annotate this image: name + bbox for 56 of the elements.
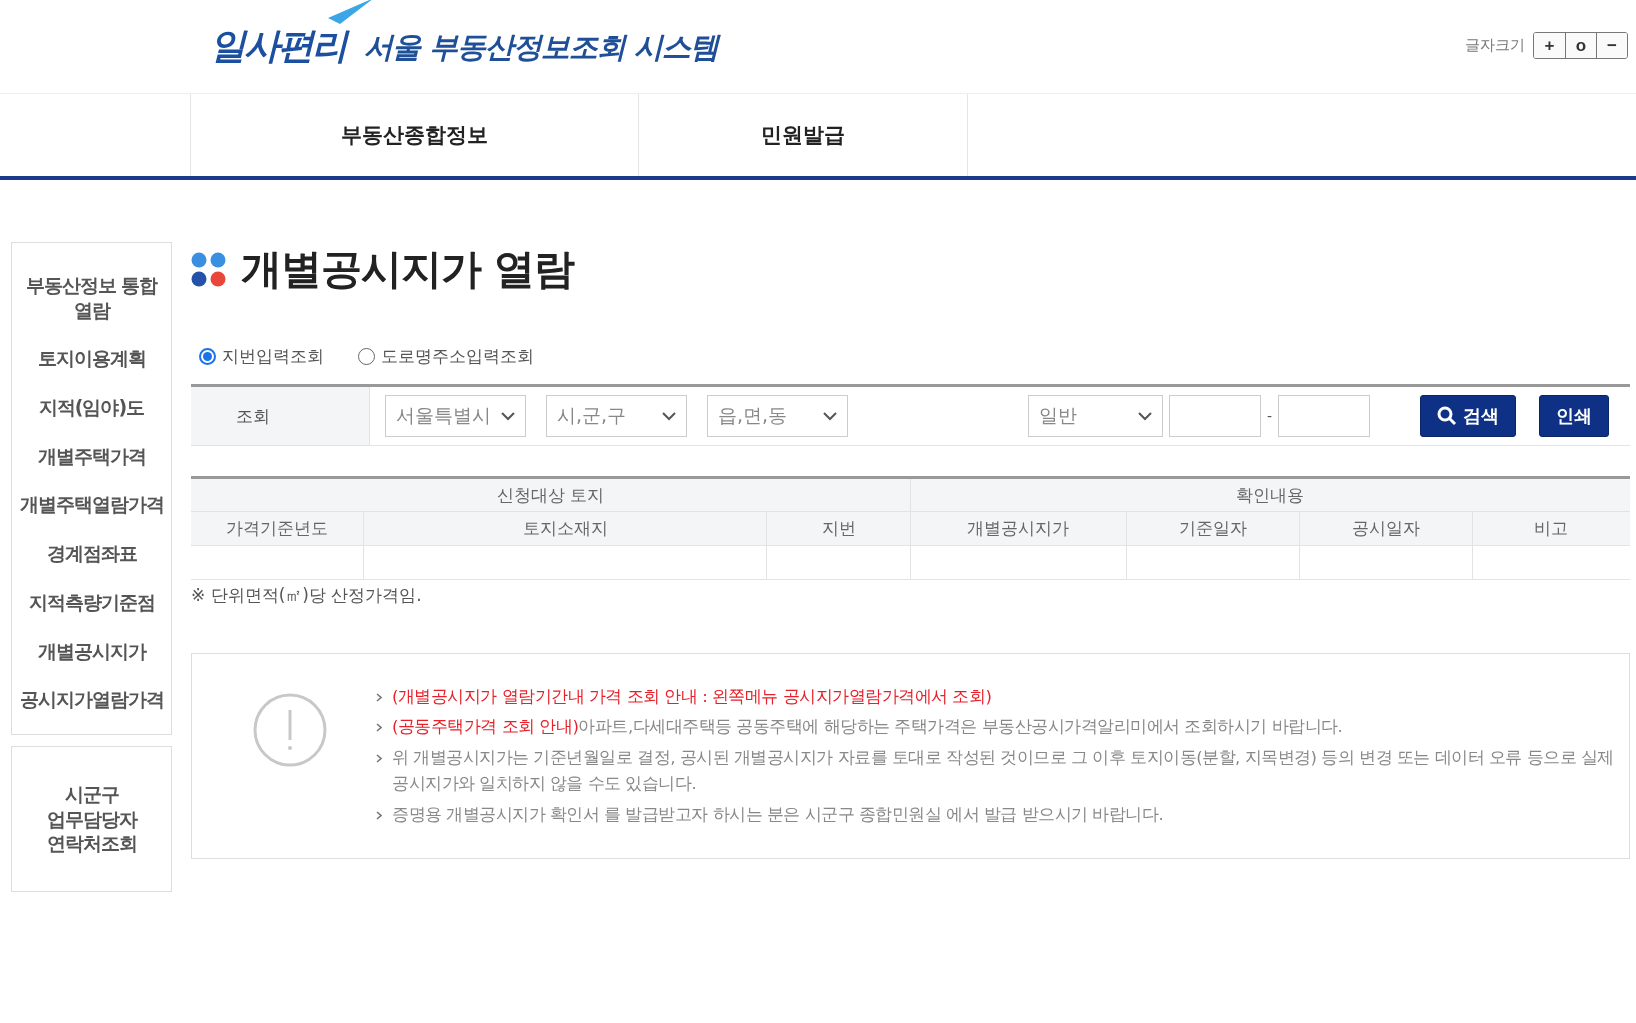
font-size-label: 글자크기	[1465, 36, 1525, 55]
sidebar-item[interactable]: 지적측량기준점	[28, 589, 155, 615]
main-number-field[interactable]	[1169, 395, 1261, 437]
page-title: 개별공시지가 열람	[241, 244, 575, 295]
chevron-down-icon	[1138, 411, 1152, 421]
system-title: 서울 부동산정보조회 시스템	[364, 29, 719, 66]
separator-text: -	[1267, 408, 1273, 424]
type-select[interactable]: 일반	[1028, 395, 1163, 437]
column-header: 개별공시지가	[910, 511, 1127, 546]
column-header: 기준일자	[1126, 511, 1300, 546]
chevron-down-icon	[823, 411, 837, 421]
dots-icon	[191, 251, 227, 288]
column-header: 가격기준년도	[191, 511, 364, 546]
search-mode-radio[interactable]: 지번입력조회	[199, 345, 324, 368]
sidebar-item[interactable]: 개별주택열람가격	[19, 492, 164, 518]
sidebar-item[interactable]: 경계점좌표	[46, 541, 137, 566]
unit-note: ※ 단위면적(㎡)당 산정가격임.	[191, 584, 423, 607]
sidebar-item[interactable]: 개별주택가격	[37, 443, 146, 469]
notice-text: (개별공시지가 열람기간내 가격 조회 안내 : 왼쪽메뉴 공시지가열람가격에서 조회)	[392, 686, 992, 708]
notice-text: (공동주택가격 조회 안내)아파트,다세대주택등 공동주택에 해당하는 주택가격은 부동산공시가격알리미에서 조회하시기 바랍니다.	[392, 716, 1343, 739]
chevron-right-icon	[376, 693, 382, 702]
font-size-button[interactable]: −	[1596, 33, 1627, 58]
notice-text: 위 개별공시지가는 기준년월일로 결정, 공시된 개별공시지가 자료를 토대로 작성된 것이므로 그 이후 토지이동(분할, 지목변경) 등의 변경 또는 데이터 오류 등으로 실제 공시지가와 일치하지 않을 수도 있습니다.	[392, 746, 1615, 796]
nav-tab[interactable]: 부동산종합정보	[190, 94, 638, 176]
paper-plane-icon	[328, 0, 374, 24]
chevron-right-icon	[376, 753, 382, 763]
font-size-button[interactable]: +	[1534, 33, 1565, 58]
column-header: 비고	[1472, 511, 1630, 546]
column-header: 토지소재지	[363, 511, 767, 546]
sidebar-item[interactable]: 개별공시지가	[37, 638, 146, 664]
search-mode-radio[interactable]: 도로명주소입력조회	[358, 345, 534, 368]
column-header: 공시일자	[1299, 511, 1473, 546]
column-header: 지번	[766, 511, 911, 546]
column-group-header: 확인내용	[910, 477, 1630, 512]
sidebar-item[interactable]: 공시지가열람가격	[19, 687, 164, 712]
search-icon	[1437, 406, 1458, 426]
print-button[interactable]: 인쇄	[1539, 395, 1610, 437]
chevron-right-icon	[376, 810, 382, 820]
notice-text: 증명용 개별공시지가 확인서 를 발급받고자 하시는 분은 시군구 종합민원실 에서 발급 받으시기 바랍니다.	[392, 803, 1164, 826]
font-size-button[interactable]: o	[1565, 33, 1596, 58]
sub-number-field[interactable]	[1278, 395, 1371, 437]
sidebar-item[interactable]: 부동산정보 통합 열람	[16, 273, 167, 323]
column-group-header: 신청대상 토지	[191, 477, 911, 512]
chevron-down-icon	[662, 411, 676, 421]
region-select[interactable]: 시,군,구	[546, 395, 687, 437]
sidebar-item[interactable]: 지적(임야)도	[38, 395, 145, 420]
chevron-down-icon	[501, 411, 515, 421]
chevron-right-icon	[376, 723, 382, 733]
nav-tab[interactable]: 민원발급	[638, 94, 968, 176]
region-select[interactable]: 읍,면,동	[707, 395, 848, 437]
region-select[interactable]: 서울특별시	[385, 395, 526, 437]
contact-link[interactable]: 시군구 업무담당자 연락처조회	[11, 745, 172, 892]
search-button[interactable]: 검색	[1420, 395, 1517, 437]
exclamation-icon	[252, 692, 328, 768]
search-label: 조회	[191, 387, 370, 445]
sidebar-item[interactable]: 토지이용계획	[37, 346, 146, 372]
